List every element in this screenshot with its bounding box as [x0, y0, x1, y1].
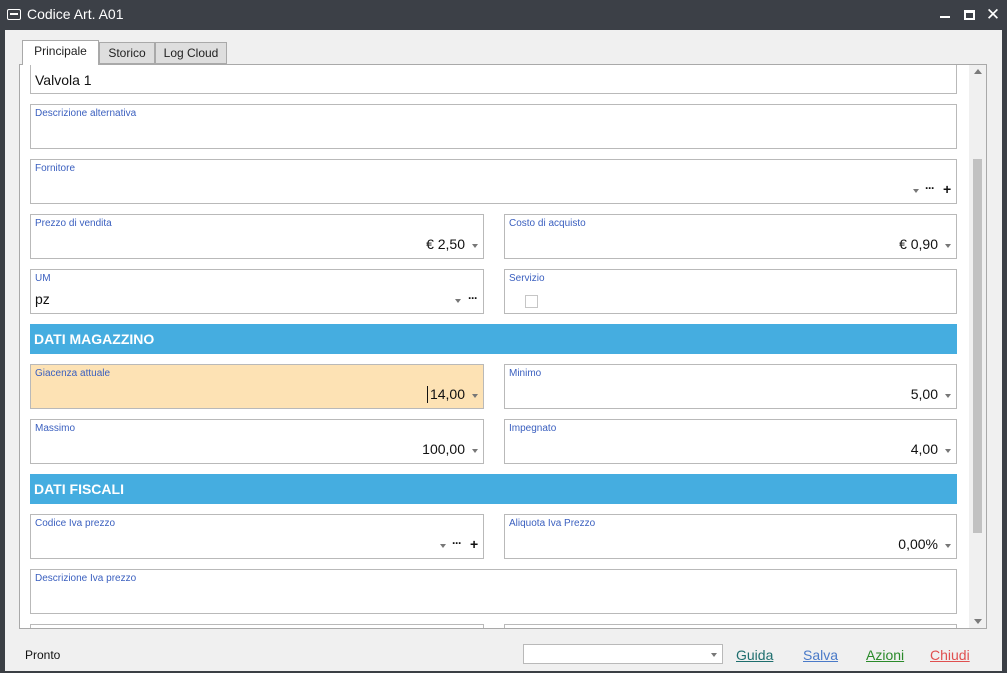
massimo-spin-icon[interactable] [472, 449, 478, 453]
maximize-icon [964, 10, 975, 20]
minimize-icon [940, 16, 950, 18]
chiudi-link[interactable]: Chiudi [930, 647, 970, 663]
section-dati-fiscali: DATI FISCALI [30, 474, 957, 504]
tab-principale[interactable]: Principale [22, 40, 99, 65]
minimo-field[interactable]: Minimo 5,00 [504, 364, 957, 409]
prezzo-vendita-label: Prezzo di vendita [35, 218, 112, 229]
window-icon [7, 9, 21, 20]
aliquota-iva-field[interactable]: Aliquota Iva Prezzo 0,00% [504, 514, 957, 559]
scroll-down-icon[interactable] [974, 619, 982, 624]
azioni-link[interactable]: Azioni [866, 647, 904, 663]
next-field-right[interactable] [504, 624, 957, 628]
codice-iva-add-icon[interactable]: + [470, 536, 478, 552]
um-field[interactable]: UM pz ··· [30, 269, 484, 314]
costo-acquisto-spin-icon[interactable] [945, 244, 951, 248]
impegnato-field[interactable]: Impegnato 4,00 [504, 419, 957, 464]
status-text: Pronto [25, 648, 61, 662]
fornitore-browse-icon[interactable]: ··· [925, 181, 935, 195]
fornitore-add-icon[interactable]: + [943, 181, 951, 197]
um-dropdown-icon[interactable] [455, 299, 461, 303]
costo-acquisto-label: Costo di acquisto [509, 218, 586, 229]
close-icon: ✕ [985, 5, 1001, 24]
giacenza-attuale-field[interactable]: Giacenza attuale 14,00 [30, 364, 484, 409]
descrizione-iva-field[interactable]: Descrizione Iva prezzo [30, 569, 957, 614]
servizio-checkbox[interactable] [525, 295, 538, 308]
aliquota-iva-value: 0,00% [898, 536, 938, 552]
descrizione-iva-label: Descrizione Iva prezzo [35, 573, 137, 584]
massimo-label: Massimo [35, 423, 76, 434]
app-window: Codice Art. A01 ✕ Principale Storico Log… [0, 0, 1007, 673]
minimize-button[interactable] [935, 5, 955, 25]
massimo-field[interactable]: Massimo 100,00 [30, 419, 484, 464]
um-label: UM [35, 273, 51, 284]
fornitore-label: Fornitore [35, 163, 76, 174]
codice-iva-field[interactable]: Codice Iva prezzo ··· + [30, 514, 484, 559]
guida-link[interactable]: Guida [736, 647, 773, 663]
salva-link[interactable]: Salva [803, 647, 838, 663]
tab-storico[interactable]: Storico [99, 42, 155, 64]
prezzo-vendita-spin-icon[interactable] [472, 244, 478, 248]
descrizione-value: Valvola 1 [35, 72, 92, 88]
impegnato-spin-icon[interactable] [945, 449, 951, 453]
um-value: pz [35, 291, 50, 307]
giacenza-attuale-value: 14,00 [429, 386, 465, 402]
next-field-left[interactable] [30, 624, 484, 628]
title-bar[interactable]: Codice Art. A01 ✕ [0, 0, 1007, 30]
costo-acquisto-value: € 0,90 [899, 236, 938, 252]
minimo-spin-icon[interactable] [945, 394, 951, 398]
section-dati-magazzino: DATI MAGAZZINO [30, 324, 957, 354]
status-bar: Pronto Guida Salva Azioni Chiudi [5, 638, 1002, 671]
prezzo-vendita-field[interactable]: Prezzo di vendita € 2,50 [30, 214, 484, 259]
maximize-button[interactable] [960, 5, 980, 25]
window-title: Codice Art. A01 [27, 6, 124, 22]
descrizione-alternativa-field[interactable]: Descrizione alternativa [30, 104, 957, 149]
massimo-value: 100,00 [422, 441, 465, 457]
scrollbar-thumb[interactable] [973, 159, 982, 533]
impegnato-value: 4,00 [910, 441, 938, 457]
giacenza-attuale-label: Giacenza attuale [35, 368, 111, 379]
client-area: Principale Storico Log Cloud Valvola 1 D… [5, 30, 1002, 638]
tab-log-cloud[interactable]: Log Cloud [155, 42, 227, 64]
fornitore-dropdown-icon[interactable] [913, 189, 919, 193]
aliquota-iva-spin-icon[interactable] [945, 544, 951, 548]
aliquota-iva-label: Aliquota Iva Prezzo [509, 518, 596, 529]
close-button[interactable]: ✕ [983, 5, 1003, 25]
giacenza-attuale-spin-icon[interactable] [472, 394, 478, 398]
minimo-label: Minimo [509, 368, 542, 379]
scroll-up-icon[interactable] [974, 69, 982, 74]
costo-acquisto-field[interactable]: Costo di acquisto € 0,90 [504, 214, 957, 259]
status-combo[interactable] [523, 644, 723, 664]
servizio-label: Servizio [509, 273, 545, 284]
vertical-scrollbar[interactable] [969, 65, 986, 628]
fornitore-field[interactable]: Fornitore ··· + [30, 159, 957, 204]
servizio-field: Servizio [504, 269, 957, 314]
codice-iva-dropdown-icon[interactable] [440, 544, 446, 548]
prezzo-vendita-value: € 2,50 [426, 236, 465, 252]
descrizione-field[interactable]: Valvola 1 [30, 65, 957, 94]
minimo-value: 5,00 [910, 386, 938, 402]
codice-iva-browse-icon[interactable]: ··· [452, 536, 462, 550]
tab-panel-principale: Valvola 1 Descrizione alternativa Fornit… [19, 64, 987, 629]
text-cursor [427, 386, 428, 403]
codice-iva-label: Codice Iva prezzo [35, 518, 116, 529]
impegnato-label: Impegnato [509, 423, 557, 434]
status-combo-dropdown-icon[interactable] [711, 653, 717, 657]
descrizione-alternativa-label: Descrizione alternativa [35, 108, 137, 119]
um-browse-icon[interactable]: ··· [468, 291, 478, 305]
